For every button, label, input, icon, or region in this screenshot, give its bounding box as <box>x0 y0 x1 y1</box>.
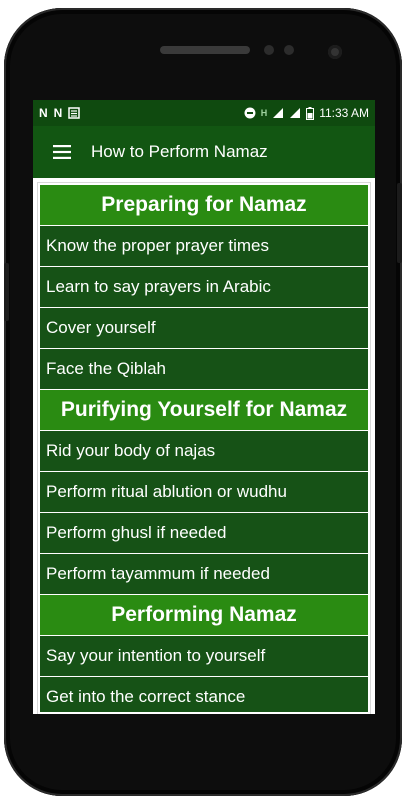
do-not-disturb-icon <box>244 107 256 119</box>
app-title: How to Perform Namaz <box>91 142 268 161</box>
menu-button[interactable] <box>33 126 91 178</box>
list-item[interactable]: Know the proper prayer times <box>40 226 368 266</box>
screen: N N H 11:33 AM How to Perform Namaz Prep… <box>33 100 375 714</box>
list-item[interactable]: Cover yourself <box>40 308 368 348</box>
list-item[interactable]: Get into the correct stance <box>40 677 368 712</box>
earpiece-speaker <box>160 46 250 54</box>
proximity-sensor <box>264 45 274 55</box>
hamburger-menu-icon <box>53 145 71 159</box>
section-header: Performing Namaz <box>40 595 368 635</box>
notification-n-icon: N <box>39 106 48 120</box>
topic-list-container: Preparing for Namaz Know the proper pray… <box>37 182 371 714</box>
front-camera <box>328 45 342 59</box>
signal-icon <box>290 108 301 118</box>
light-sensor <box>284 45 294 55</box>
battery-icon <box>306 106 315 120</box>
section-header: Purifying Yourself for Namaz <box>40 390 368 430</box>
list-item[interactable]: Perform tayammum if needed <box>40 554 368 594</box>
list-item[interactable]: Say your intention to yourself <box>40 636 368 676</box>
news-icon <box>68 107 81 119</box>
network-type-label: H <box>260 108 268 118</box>
list-item[interactable]: Face the Qiblah <box>40 349 368 389</box>
list-item[interactable]: Perform ritual ablution or wudhu <box>40 472 368 512</box>
power-button <box>397 183 402 263</box>
list-item[interactable]: Rid your body of najas <box>40 431 368 471</box>
clock: 11:33 AM <box>319 106 369 120</box>
section-header: Preparing for Namaz <box>40 185 368 225</box>
volume-button <box>4 263 9 321</box>
list-item[interactable]: Perform ghusl if needed <box>40 513 368 553</box>
status-bar: N N H 11:33 AM <box>33 100 375 126</box>
signal-icon <box>273 108 284 118</box>
topic-list[interactable]: Preparing for Namaz Know the proper pray… <box>40 185 368 712</box>
notification-n-icon: N <box>53 106 63 120</box>
app-bar: How to Perform Namaz <box>33 126 375 178</box>
list-item[interactable]: Learn to say prayers in Arabic <box>40 267 368 307</box>
